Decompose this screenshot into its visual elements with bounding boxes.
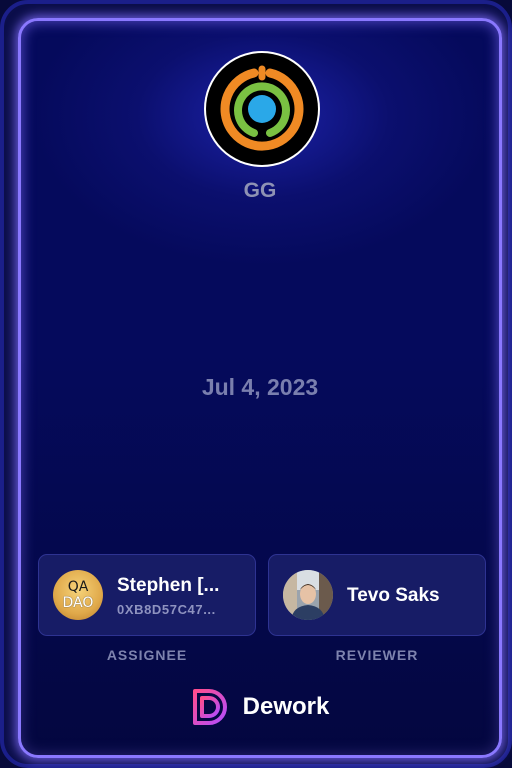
brand-name: Dework bbox=[242, 693, 330, 720]
assignee-label: ASSIGNEE bbox=[106, 647, 188, 663]
avatar-top-text: QA bbox=[67, 579, 89, 595]
assignee-avatar: QA DAO bbox=[53, 570, 103, 620]
reviewer-card[interactable]: Tevo Saks bbox=[268, 554, 486, 636]
reviewer-name: Tevo Saks bbox=[347, 585, 440, 606]
avatar-bottom-text: DAO bbox=[62, 595, 94, 611]
person-photo-avatar bbox=[283, 570, 333, 620]
assignee-address: 0XB8D57C47... bbox=[117, 602, 216, 617]
dework-logo-icon bbox=[192, 689, 227, 725]
task-card: GG Jul 4, 2023 QA DAO Stephen [... 0XB8D… bbox=[18, 18, 502, 758]
assignee-card[interactable]: QA DAO Stephen [... 0XB8D57C47... bbox=[38, 554, 256, 636]
gg-rings-logo-icon bbox=[206, 53, 318, 165]
task-date: Jul 4, 2023 bbox=[201, 374, 319, 400]
organization-logo bbox=[204, 51, 320, 167]
assignee-name: Stephen [... bbox=[117, 575, 220, 596]
card-frame: GG Jul 4, 2023 QA DAO Stephen [... 0XB8D… bbox=[0, 0, 512, 768]
organization-name: GG bbox=[243, 179, 277, 202]
reviewer-label: REVIEWER bbox=[335, 647, 419, 663]
brand: Dework bbox=[21, 687, 499, 727]
